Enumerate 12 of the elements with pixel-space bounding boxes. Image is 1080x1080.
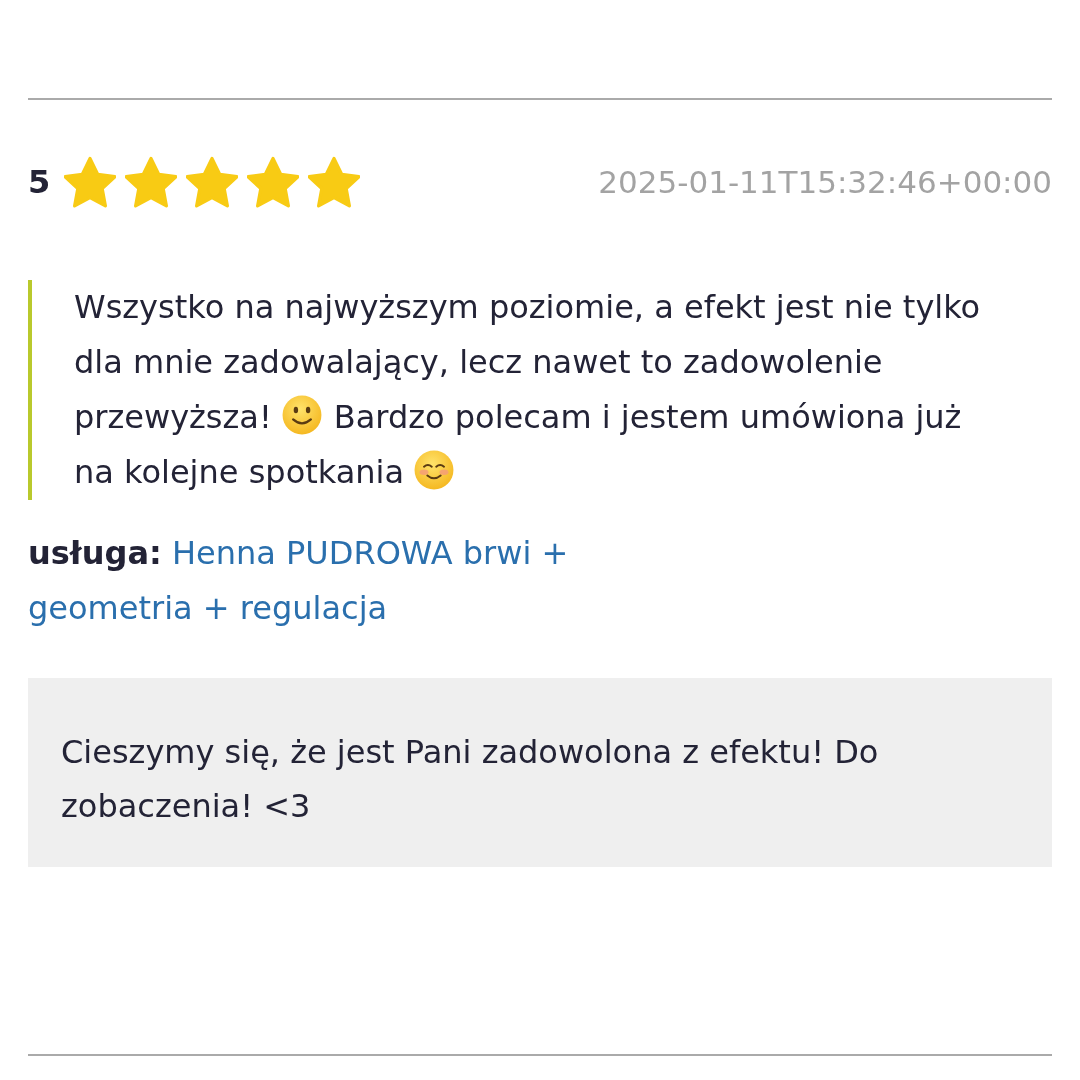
review-text: Wszystko na najwyższym poziomie, a efekt jest nie tylko dla mnie zadowalający, lecz nawet to zadowolenie przewyższa! Bardzo polecam i jestem umówiona już na kolejne spotkania xyxy=(74,287,982,493)
star-icon xyxy=(308,156,361,208)
service-line: usługa: Henna PUDROWA brwi + geometria + regulacja xyxy=(28,533,570,629)
star-icon xyxy=(186,156,239,208)
review-date: 2025-01-11T15:32:46+00:00 xyxy=(598,163,1052,202)
star-icon xyxy=(125,156,178,208)
reply-text: Cieszymy się, że jest Pani zadowolona z efektu! Do zobaczenia! <3 xyxy=(61,733,879,825)
blushing-face-icon xyxy=(414,450,455,490)
smiling-face-icon xyxy=(281,395,322,435)
star-icon xyxy=(247,156,300,208)
rating-score: 5 xyxy=(28,162,51,202)
star-icon xyxy=(64,156,117,208)
